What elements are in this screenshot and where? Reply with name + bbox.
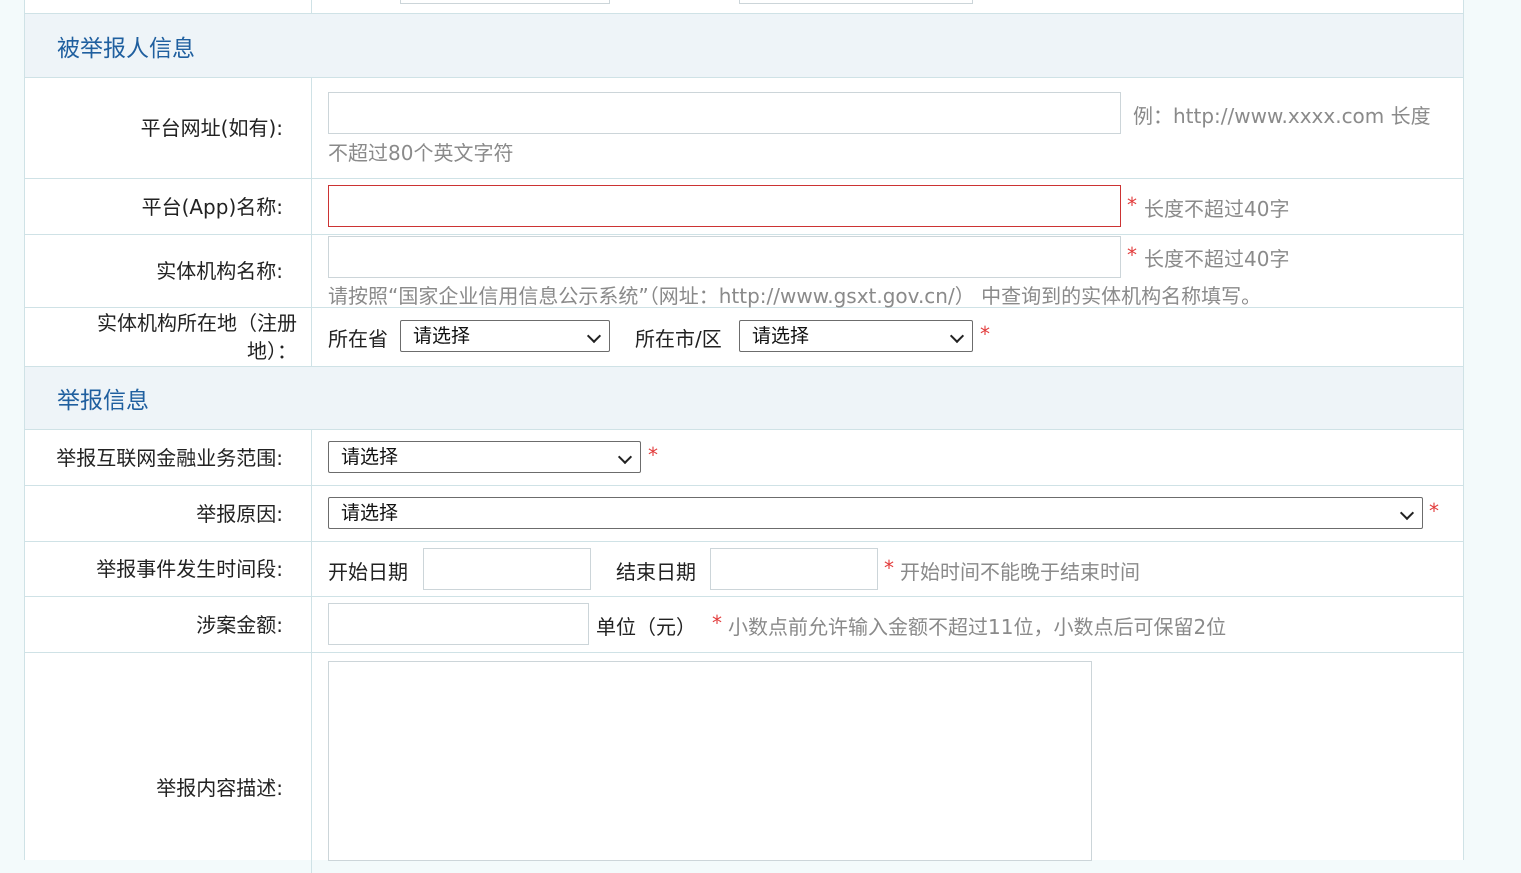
field-label: 平台网址(如有): [25,78,312,178]
scope-select[interactable]: 请选择 [328,441,641,473]
city-select[interactable]: 请选择 [739,320,973,352]
end-date-label: 结束日期 [616,560,696,584]
reason-select[interactable]: 请选择 [328,497,1423,529]
section-reported-party: 被举报人信息 [25,14,1463,78]
field-label: 举报事件发生时间段: [25,542,312,596]
scope-row: 举报互联网金融业务范围: 请选择 * [25,430,1463,486]
app-name-row: 平台(App)名称: * 长度不超过40字 [25,179,1463,235]
required-mark: * [1127,193,1137,217]
amount-row: 涉案金额: 单位（元） * 小数点前允许输入金额不超过11位，小数点后可保留2位 [25,597,1463,653]
chevron-down-icon [1399,505,1415,521]
field-hint: 小数点前允许输入金额不超过11位，小数点后可保留2位 [728,615,1227,639]
province-select[interactable]: 请选择 [400,320,610,352]
chevron-down-icon [617,449,633,465]
platform-url-input[interactable] [328,92,1121,134]
entity-location-row: 实体机构所在地（注册地）： 所在省 请选择 所在市/区 请选择 * [25,308,1463,367]
period-row: 举报事件发生时间段: 开始日期 结束日期 * 开始时间不能晚于结束时间 [25,542,1463,597]
report-form: 被举报人信息 平台网址(如有): 例：http://www.xxxx.com 长… [24,0,1464,873]
required-mark: * [884,556,894,580]
platform-url-row: 平台网址(如有): 例：http://www.xxxx.com 长度 不超过80… [25,78,1463,179]
section-title: 被举报人信息 [57,35,195,62]
field-label: 实体机构名称: [25,235,312,307]
section-report-info: 举报信息 [25,367,1463,430]
previous-select-edge [400,0,610,4]
amount-unit: 单位（元） [596,615,696,639]
required-mark: * [1429,499,1439,523]
field-label: 平台(App)名称: [25,179,312,234]
previous-row [25,0,1463,14]
required-mark: * [980,322,990,346]
amount-input[interactable] [328,603,589,645]
description-textarea[interactable] [328,661,1092,861]
field-label: 举报原因: [25,486,312,541]
chevron-down-icon [949,328,965,344]
field-note: 请按照“国家企业信用信息公示系统”（网址：http://www.gsxt.gov… [328,284,1262,308]
previous-select-edge [739,0,973,4]
entity-name-input[interactable] [328,236,1121,278]
app-name-input[interactable] [328,185,1121,227]
section-title: 举报信息 [57,388,149,414]
field-label: 实体机构所在地（注册地）： [25,308,312,366]
end-date-input[interactable] [710,548,878,590]
required-mark: * [1127,243,1137,267]
required-mark: * [648,443,658,467]
field-hint: 例：http://www.xxxx.com 长度 [1133,104,1431,128]
description-row: 举报内容描述: [25,653,1463,873]
field-hint: 开始时间不能晚于结束时间 [900,560,1140,584]
field-label: 举报内容描述: [25,653,312,873]
province-label: 所在省 [328,327,388,351]
start-date-input[interactable] [423,548,591,590]
field-hint: 不超过80个英文字符 [328,141,514,165]
field-hint: 长度不超过40字 [1144,247,1290,271]
field-hint: 长度不超过40字 [1144,197,1290,221]
field-label: 涉案金额: [25,597,312,652]
start-date-label: 开始日期 [328,560,408,584]
city-label: 所在市/区 [635,327,722,351]
reason-row: 举报原因: 请选择 * [25,486,1463,542]
chevron-down-icon [586,328,602,344]
entity-name-row: 实体机构名称: * 长度不超过40字 请按照“国家企业信用信息公示系统”（网址：… [25,235,1463,308]
field-label: 举报互联网金融业务范围: [25,430,312,485]
required-mark: * [712,611,722,635]
